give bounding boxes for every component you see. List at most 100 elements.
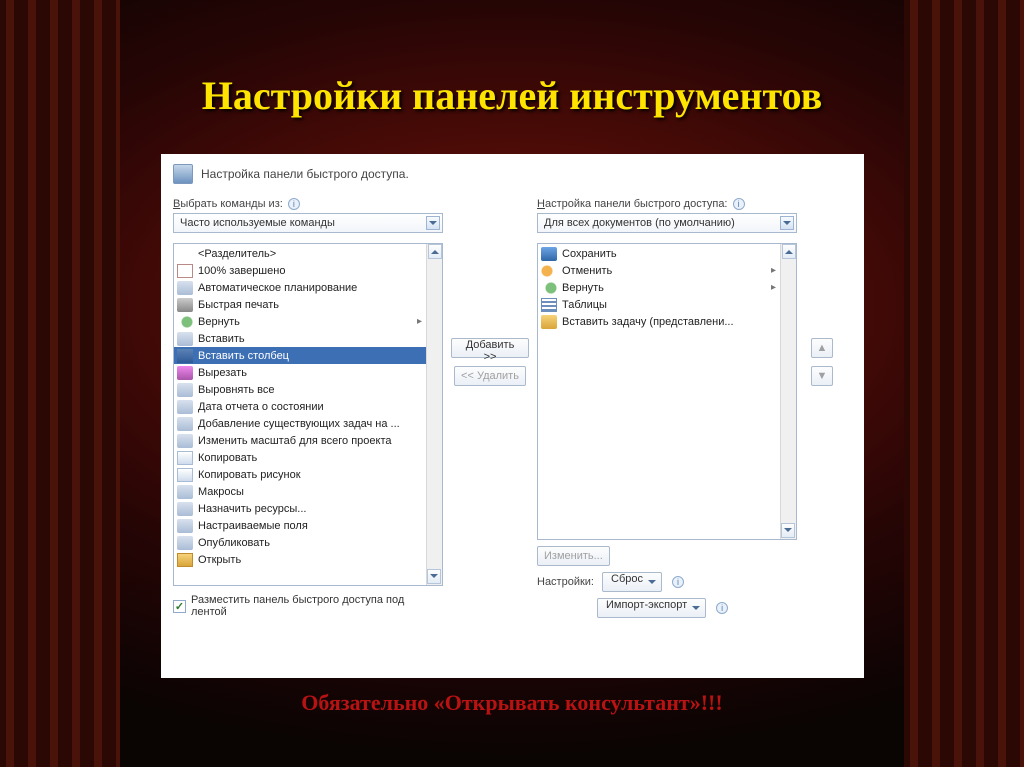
ic-cut-icon (177, 366, 193, 380)
list-item-label: Вставить (198, 333, 245, 345)
ic-gen-icon (177, 536, 193, 550)
list-item[interactable]: Вставить задачу (представлени... (538, 313, 796, 330)
list-item-label: Открыть (198, 554, 241, 566)
submenu-indicator-icon: ▸ (771, 282, 776, 293)
ic-gen-icon (177, 281, 193, 295)
list-item-label: Сохранить (562, 248, 617, 260)
list-item-label: Назначить ресурсы... (198, 503, 306, 515)
list-item[interactable]: Быстрая печать (174, 296, 442, 313)
slide-title: Настройки панелей инструментов (0, 72, 1024, 119)
dialog-header: Настройка панели быстрого доступа. (161, 154, 864, 198)
move-up-button[interactable]: ▲ (811, 338, 833, 358)
list-item[interactable]: 100% завершено (174, 262, 442, 279)
list-item[interactable]: Добавление существующих задач на ... (174, 415, 442, 432)
list-item[interactable]: Макросы (174, 483, 442, 500)
list-item[interactable]: Вернуть▸ (174, 313, 442, 330)
list-item[interactable]: <Разделитель> (174, 245, 442, 262)
commands-listbox[interactable]: <Разделитель> 100% завершено Автоматическо… (173, 243, 443, 586)
ic-gen-icon (177, 519, 193, 533)
list-item[interactable]: Опубликовать (174, 534, 442, 551)
list-item[interactable]: Открыть (174, 551, 442, 568)
list-item[interactable]: Сохранить (538, 245, 796, 262)
list-item-label: Вернуть (562, 282, 604, 294)
list-item-label: Добавление существующих задач на ... (198, 418, 400, 430)
list-item-label: Быстрая печать (198, 299, 279, 311)
ic-save-icon (541, 247, 557, 261)
scroll-up-icon[interactable] (428, 244, 442, 259)
settings-label: Настройки: (537, 576, 594, 588)
modify-button[interactable]: Изменить... (537, 546, 610, 566)
list-item-label: 100% завершено (198, 265, 285, 277)
scroll-down-icon[interactable] (427, 569, 441, 584)
ic-task-icon (541, 315, 557, 329)
ic-gen-icon (177, 383, 193, 397)
list-item[interactable]: Автоматическое планирование (174, 279, 442, 296)
scrollbar[interactable] (780, 244, 796, 539)
ic-open-icon (177, 553, 193, 567)
list-item[interactable]: Вырезать (174, 364, 442, 381)
qat-footer: Изменить... Настройки: Сброс i Импорт-эк… (537, 540, 797, 618)
list-item-label: Отменить (562, 265, 612, 277)
choose-commands-label: Выбрать команды из: i (173, 198, 443, 210)
qat-listbox[interactable]: Сохранить Отменить ▸ Вернуть ▸ ТаблицыВставит… (537, 243, 797, 540)
ic-table-icon (541, 298, 557, 312)
ic-gen-icon (177, 417, 193, 431)
qat-column: Настройка панели быстрого доступа: i Для… (537, 198, 797, 618)
info-icon[interactable]: i (672, 576, 684, 588)
list-item[interactable]: Настраиваемые поля (174, 517, 442, 534)
list-item-label: Вырезать (198, 367, 247, 379)
list-item[interactable]: Копировать рисунок (174, 466, 442, 483)
list-item[interactable]: Вернуть ▸ (538, 279, 796, 296)
list-item[interactable]: Копировать (174, 449, 442, 466)
show-below-ribbon-label: Разместить панель быстрого доступа под л… (191, 594, 443, 618)
transfer-buttons-column: Добавить >> << Удалить (451, 198, 529, 618)
list-item-label: Копировать рисунок (198, 469, 301, 481)
list-item-label: Макросы (198, 486, 244, 498)
list-item-label: Копировать (198, 452, 257, 464)
list-item[interactable]: Вставить (174, 330, 442, 347)
customize-qat-label: Настройка панели быстрого доступа: i (537, 198, 797, 210)
list-item[interactable]: Отменить ▸ (538, 262, 796, 279)
list-item-label: Вставить столбец (198, 350, 289, 362)
chevron-down-icon (780, 216, 794, 230)
list-item[interactable]: Изменить масштаб для всего проекта (174, 432, 442, 449)
ic-gen-icon (177, 502, 193, 516)
import-export-button[interactable]: Импорт-экспорт (597, 598, 706, 618)
remove-button[interactable]: << Удалить (454, 366, 526, 386)
submenu-indicator-icon: ▸ (417, 316, 422, 327)
chevron-down-icon (426, 216, 440, 230)
list-item[interactable]: Таблицы (538, 296, 796, 313)
add-button[interactable]: Добавить >> (451, 338, 529, 358)
ic-redo-icon (177, 315, 193, 329)
submenu-indicator-icon: ▸ (771, 265, 776, 276)
info-icon[interactable]: i (733, 198, 745, 210)
list-item-label: Дата отчета о состоянии (198, 401, 324, 413)
show-below-ribbon-row: ✓ Разместить панель быстрого доступа под… (173, 586, 443, 618)
move-down-button[interactable]: ▼ (811, 366, 833, 386)
qat-customize-dialog: Настройка панели быстрого доступа. Выбра… (161, 154, 864, 678)
scroll-down-icon[interactable] (781, 523, 795, 538)
list-item[interactable]: Назначить ресурсы... (174, 500, 442, 517)
list-item-label: <Разделитель> (198, 248, 276, 260)
choose-commands-dropdown[interactable]: Часто используемые команды (173, 213, 443, 233)
ic-print-icon (177, 298, 193, 312)
ic-copy-icon (177, 468, 193, 482)
scrollbar[interactable] (426, 244, 442, 585)
reorder-column: ▲ ▼ (805, 198, 839, 618)
info-icon[interactable]: i (288, 198, 300, 210)
reset-button[interactable]: Сброс (602, 572, 662, 592)
list-item[interactable]: Вставить столбец (174, 347, 442, 364)
list-item[interactable]: Выровнять все (174, 381, 442, 398)
slide-caption: Обязательно «Открывать консультант»!!! (0, 690, 1024, 716)
ic-gen-icon (177, 485, 193, 499)
list-item-label: Изменить масштаб для всего проекта (198, 435, 391, 447)
list-item[interactable]: Дата отчета о состоянии (174, 398, 442, 415)
dialog-title: Настройка панели быстрого доступа. (201, 167, 409, 181)
show-below-ribbon-checkbox[interactable]: ✓ (173, 600, 186, 613)
ic-gen-icon (177, 332, 193, 346)
scroll-up-icon[interactable] (782, 244, 796, 259)
ic-copy-icon (177, 451, 193, 465)
info-icon[interactable]: i (716, 602, 728, 614)
ic-100-icon (177, 264, 193, 278)
qat-scope-dropdown[interactable]: Для всех документов (по умолчанию) (537, 213, 797, 233)
